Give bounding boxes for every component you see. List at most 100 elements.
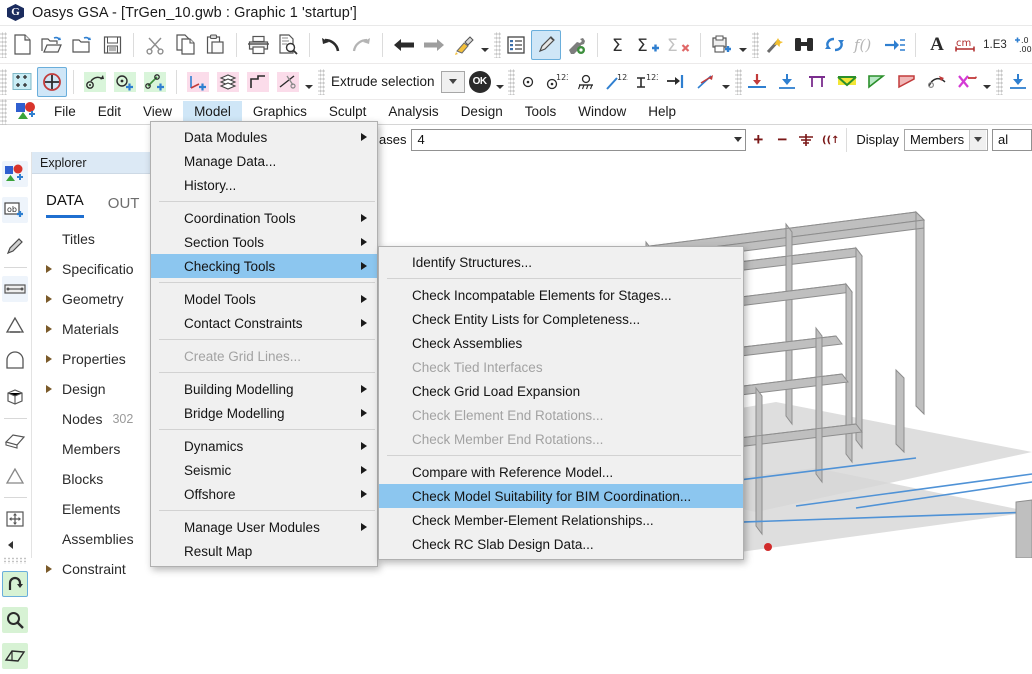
insert-list-button[interactable] [879,30,909,60]
menu-analysis[interactable]: Analysis [377,101,449,123]
rail-grip[interactable] [3,557,28,564]
tree-item-titles[interactable]: Titles [32,224,156,254]
cut-section-button[interactable] [273,67,303,97]
deformed-shape-button[interactable] [922,67,952,97]
zoom-view-button[interactable] [0,602,30,638]
refresh-button[interactable] [819,30,849,60]
menu-item-coordination-tools[interactable]: Coordination Tools [151,206,377,230]
node-display-button[interactable] [515,67,541,97]
edit-mode-button[interactable] [531,30,561,60]
combine-cases-button[interactable] [794,128,818,152]
menu-item-compare-with-reference-model[interactable]: Compare with Reference Model... [379,460,743,484]
menu-item-checking-tools[interactable]: Checking Tools [151,254,377,278]
format-painter-button[interactable] [449,30,479,60]
create-axis-button[interactable] [183,67,213,97]
support-arch-button[interactable] [0,343,30,379]
close-file-button[interactable] [67,30,97,60]
distributed-load-button[interactable] [772,67,802,97]
tree-item-materials[interactable]: Materials [32,314,156,344]
menu-window[interactable]: Window [567,101,637,123]
cases-dropdown-arrow[interactable] [730,137,745,142]
toolbar-grip[interactable] [996,69,1003,95]
sum-button[interactable]: Σ [604,30,634,60]
print-preview-button[interactable] [273,30,303,60]
tree-item-specification[interactable]: Specificatio [32,254,156,284]
load-down-button[interactable] [1003,67,1032,97]
bind-button[interactable] [789,30,819,60]
new-object-button[interactable]: ob [0,192,30,228]
exponent-button[interactable]: 1.E3 [978,30,1012,60]
extrude-ok-button[interactable]: OK [465,67,495,97]
create-layers-button[interactable] [213,67,243,97]
menu-item-check-assemblies[interactable]: Check Assemblies [379,331,743,355]
results-dropdown[interactable] [982,69,993,95]
format-painter-dropdown[interactable] [479,32,490,58]
menu-item-identify-structures[interactable]: Identify Structures... [379,250,743,274]
shear-diagram-button[interactable] [862,67,892,97]
cases-input[interactable]: 4 [411,129,746,151]
menu-item-section-tools[interactable]: Section Tools [151,230,377,254]
add-case-button[interactable]: + [746,128,770,152]
tree-item-nodes[interactable]: Nodes 302 [32,404,156,434]
menu-file[interactable]: File [43,101,87,123]
menu-item-check-rc-slab-design-data[interactable]: Check RC Slab Design Data... [379,532,743,556]
shell-element-button[interactable] [0,422,30,458]
add-node-button[interactable] [37,67,67,97]
tree-item-geometry[interactable]: Geometry [32,284,156,314]
tree-item-constraints[interactable]: Constraint [32,554,156,584]
toolbar-grip[interactable] [508,69,515,95]
function-button[interactable]: f() [849,30,879,60]
expand-arrow-icon[interactable] [40,265,58,273]
paste-button[interactable] [200,30,230,60]
envelope-cases-button[interactable]: ((↑)) [818,128,842,152]
toolbar-grip[interactable] [735,69,742,95]
tree-item-members[interactable]: Members [32,434,156,464]
menu-edit[interactable]: Edit [87,101,132,123]
menu-item-manage-data[interactable]: Manage Data... [151,149,377,173]
element-number-button[interactable]: 123 [601,67,631,97]
checking-tools-submenu[interactable]: Identify Structures... Check Incompatabl… [378,246,744,560]
grid-points-button[interactable] [7,67,37,97]
units-button[interactable]: cm [952,30,978,60]
create-line-button[interactable] [140,67,170,97]
tab-data[interactable]: DATA [46,192,84,218]
section-number-button[interactable]: 123 [631,67,661,97]
tool-settings-button[interactable] [561,30,591,60]
menu-item-bridge-modelling[interactable]: Bridge Modelling [151,401,377,425]
model-menu-dropdown[interactable]: Data Modules Manage Data... History... C… [150,121,378,567]
menu-item-check-member-element-relationships[interactable]: Check Member-Element Relationships... [379,508,743,532]
toolbar-grip[interactable] [752,32,759,58]
menu-help[interactable]: Help [637,101,687,123]
sum-add-button[interactable]: Σ [634,30,664,60]
add-report-button[interactable] [707,30,737,60]
tab-output[interactable]: OUT [108,195,140,218]
menu-item-dynamics[interactable]: Dynamics [151,434,377,458]
create-point-button[interactable] [110,67,140,97]
menu-item-offshore[interactable]: Offshore [151,482,377,506]
forward-button[interactable] [419,30,449,60]
menu-graphics[interactable]: Graphics [242,101,318,123]
moment-diagram-button[interactable] [832,67,862,97]
list-view-button[interactable] [501,30,531,60]
open-file-button[interactable] [37,30,67,60]
menu-item-result-map[interactable]: Result Map [151,539,377,563]
cut-button[interactable] [140,30,170,60]
create-arc-button[interactable] [80,67,110,97]
display-list-input[interactable]: al [992,129,1032,151]
menu-item-check-incompatable-elements[interactable]: Check Incompatable Elements for Stages..… [379,283,743,307]
support-reaction-button[interactable] [802,67,832,97]
beam-element-button[interactable] [0,271,30,307]
expand-arrow-icon[interactable] [40,385,58,393]
tree-item-design[interactable]: Design [32,374,156,404]
expand-arrow-icon[interactable] [40,565,58,573]
support-fixed-button[interactable] [0,307,30,343]
tree-item-blocks[interactable]: Blocks [32,464,156,494]
copy-button[interactable] [170,30,200,60]
menu-sculpt[interactable]: Sculpt [318,101,378,123]
font-button[interactable]: A [922,30,952,60]
report-dropdown[interactable] [737,32,748,58]
menu-item-check-entity-lists[interactable]: Check Entity Lists for Completeness... [379,307,743,331]
rotate-view-button[interactable] [0,566,30,602]
menu-item-contact-constraints[interactable]: Contact Constraints [151,311,377,335]
menubar-grip[interactable] [0,99,7,125]
